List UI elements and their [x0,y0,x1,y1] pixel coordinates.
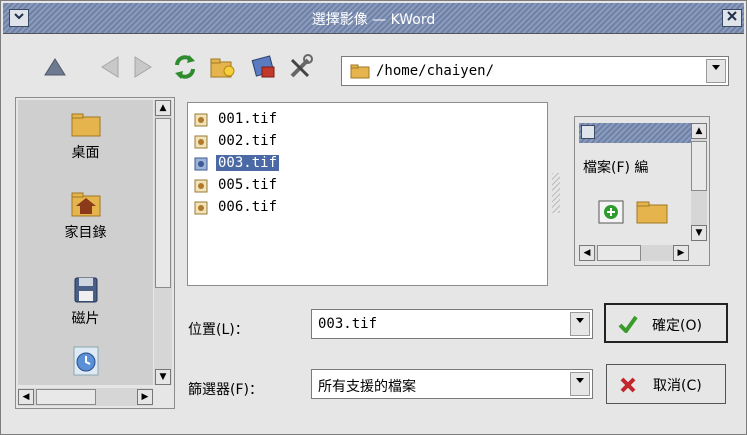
close-icon [727,11,737,21]
filter-value: 所有支援的檔案 [318,379,416,395]
preview-vertical-scrollbar[interactable]: ▲ ▼ [691,123,707,241]
forward-icon[interactable] [129,53,157,81]
sidebar-item-label: 磁片 [71,311,100,327]
clock-icon [73,346,98,376]
sidebar-horizontal-scrollbar[interactable]: ◀ ▶ [18,388,153,406]
sidebar-item-home[interactable]: 家目錄 [18,188,153,242]
file-name: 005.tif [218,177,278,193]
sidebar-item-recent[interactable] [18,345,153,381]
scroll-left-button[interactable]: ◀ [18,389,34,405]
sidebar-item-desktop[interactable]: 桌面 [18,110,153,162]
image-file-icon [194,179,208,193]
title-bar[interactable]: 選擇影像 — KWord [3,3,744,34]
cancel-button-label: 取消(C) [653,378,702,394]
image-file-icon [194,135,208,149]
file-name: 003.tif [214,154,281,172]
back-icon[interactable] [96,53,124,81]
file-name: 006.tif [218,199,278,215]
preview-titlebar [579,123,705,143]
up-icon[interactable] [41,53,69,81]
settings-icon[interactable] [287,53,315,81]
folder-icon [636,201,668,224]
scroll-down-button[interactable]: ▼ [155,369,171,385]
path-dropdown-button[interactable] [706,59,726,83]
location-dropdown-button[interactable] [570,312,590,336]
folder-icon [350,64,370,79]
filter-dropdown-button[interactable] [570,372,590,396]
preview-pane: 檔案(F) 編 ▲ ▼ ◀ ▶ [574,116,710,266]
ok-button[interactable]: 確定(O) [604,303,728,343]
floppy-icon [74,277,97,303]
sidebar-item-floppy[interactable]: 磁片 [18,276,153,328]
places-list: 桌面 家目錄 磁片 [18,100,153,385]
file-name: 001.tif [218,111,278,127]
new-folder-icon[interactable] [208,53,236,81]
file-name: 002.tif [218,133,278,149]
folder-icon [71,113,100,137]
chevron-down-icon [576,378,584,383]
cancel-x-icon [620,377,636,393]
image-file-icon [194,201,208,215]
properties-icon[interactable] [250,53,278,81]
close-button[interactable] [722,9,742,27]
filter-label: 篩選器(F)： [188,382,263,398]
scroll-thumb[interactable] [155,118,171,288]
places-sidebar: 桌面 家目錄 磁片 ▲ ▼ ◀ ▶ [15,97,175,409]
cancel-button[interactable]: 取消(C) [606,364,726,404]
new-document-icon [598,200,624,224]
path-combobox[interactable]: /home/chaiyen/ [341,56,729,86]
image-file-icon [194,157,208,171]
splitter-handle[interactable] [552,173,560,213]
sidebar-item-label: 桌面 [71,145,100,161]
sidebar-item-label: 家目錄 [64,225,107,241]
chevron-down-icon [581,125,595,139]
location-label: 位置(L)： [188,322,249,338]
scroll-up-button[interactable]: ▲ [155,100,171,116]
image-file-icon [194,113,208,127]
reload-icon[interactable] [171,53,199,81]
window-title: 選擇影像 — KWord [311,12,436,28]
chevron-down-icon [576,318,584,323]
home-folder-icon [71,192,100,217]
location-input[interactable]: 003.tif [311,309,593,339]
scroll-right-button[interactable]: ▶ [137,389,153,405]
location-value: 003.tif [318,316,378,332]
preview-menu-text: 檔案(F) 編 [583,160,649,176]
file-list[interactable]: 001.tif 002.tif 003.tif 005.tif 006.tif [187,102,548,286]
checkmark-icon [618,315,638,333]
ok-button-label: 確定(O) [652,318,702,334]
path-text: /home/chaiyen/ [376,63,495,79]
scroll-thumb[interactable] [36,389,96,405]
file-dialog-window: 選擇影像 — KWord /home/chaiyen/ 桌面 家目錄 磁片 ▲ … [0,0,747,435]
preview-horizontal-scrollbar[interactable]: ◀ ▶ [579,245,689,261]
filter-select[interactable]: 所有支援的檔案 [311,369,593,399]
sidebar-vertical-scrollbar[interactable]: ▲ ▼ [154,100,172,385]
chevron-down-icon [712,65,720,70]
